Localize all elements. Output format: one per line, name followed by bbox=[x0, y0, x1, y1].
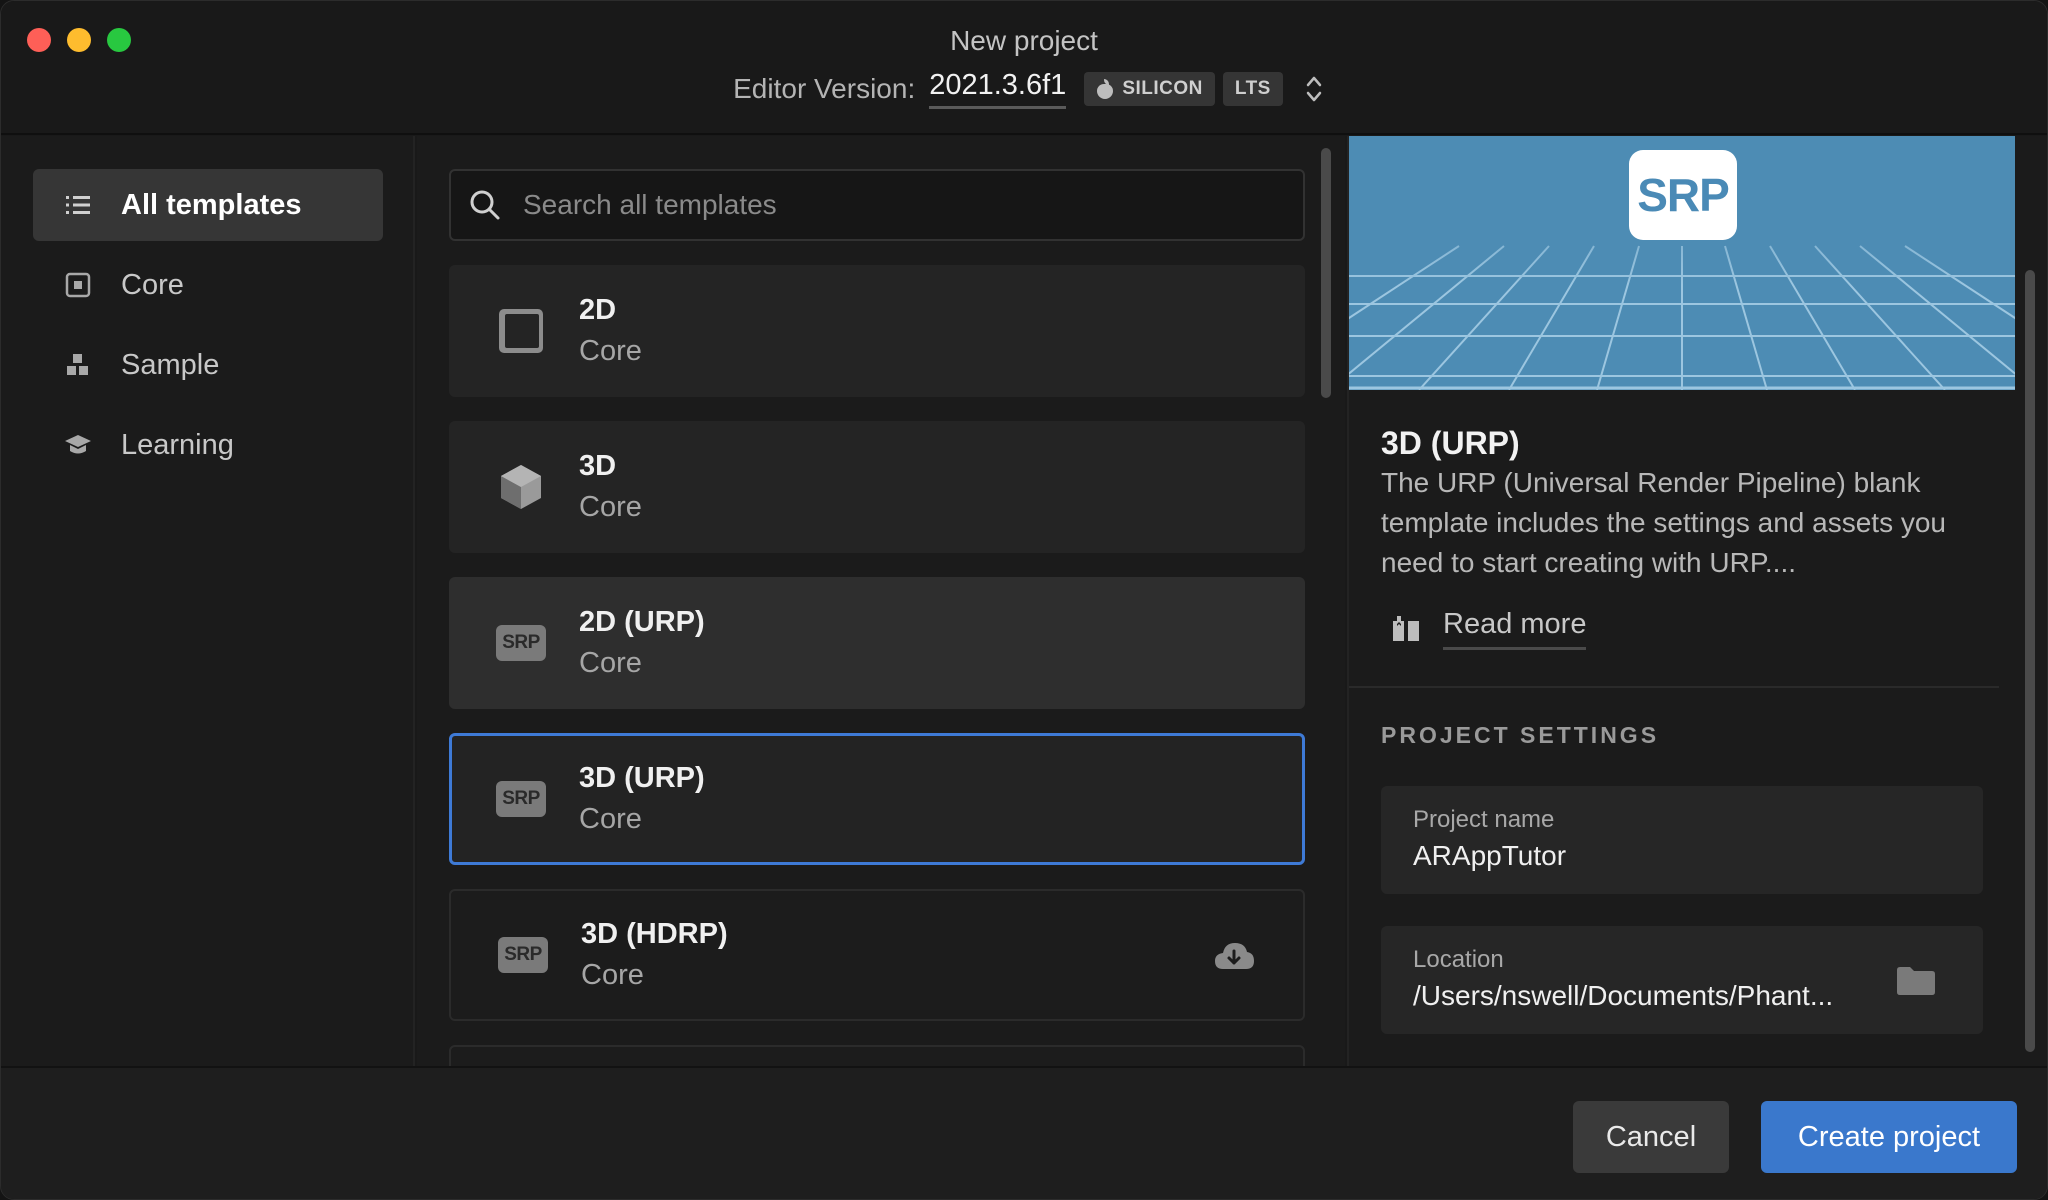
template-name: 3D (HDRP) bbox=[581, 918, 728, 950]
sidebar-item-label: Core bbox=[121, 268, 184, 301]
srp-icon: SRP bbox=[495, 927, 551, 983]
sidebar-item-label: All templates bbox=[121, 188, 302, 221]
template-name: 3D (URP) bbox=[579, 762, 705, 794]
location-field[interactable]: Location /Users/nswell/Documents/Phant..… bbox=[1381, 926, 1983, 1034]
section-divider bbox=[1349, 686, 1999, 688]
list-icon bbox=[63, 190, 93, 220]
sample-icon bbox=[63, 350, 93, 380]
template-name: 3D bbox=[579, 450, 617, 482]
silicon-badge: SILICON bbox=[1084, 72, 1215, 106]
version-selector-icon[interactable] bbox=[1303, 73, 1325, 105]
search-box[interactable] bbox=[449, 169, 1305, 241]
template-category: Core bbox=[579, 335, 642, 367]
read-more-label: Read more bbox=[1443, 608, 1587, 650]
srp-logo: SRP bbox=[1629, 150, 1737, 240]
apple-icon bbox=[1096, 79, 1114, 99]
template-name: 2D bbox=[579, 294, 617, 326]
project-settings-heading: PROJECT SETTINGS bbox=[1381, 722, 1660, 748]
lts-badge: LTS bbox=[1222, 72, 1283, 106]
template-details-panel: SRP 3D (URP) The URP (Universal Render P… bbox=[1347, 136, 2047, 1066]
template-list-panel: 2D Core 3D Core SRP 2D (URP) bbox=[417, 136, 1345, 1066]
location-input[interactable]: /Users/nswell/Documents/Phant... bbox=[1413, 980, 1833, 1012]
new-project-window: New project Editor Version: 2021.3.6f1 S… bbox=[0, 0, 2048, 1200]
template-card-partial[interactable] bbox=[449, 1045, 1305, 1066]
search-input[interactable] bbox=[523, 189, 1223, 221]
lts-badge-label: LTS bbox=[1234, 78, 1271, 99]
project-name-label: Project name bbox=[1413, 806, 1555, 833]
search-icon bbox=[470, 190, 500, 220]
sidebar-item-all-templates[interactable]: All templates bbox=[33, 169, 383, 241]
silicon-badge-label: SILICON bbox=[1122, 78, 1203, 99]
2d-square-icon bbox=[493, 303, 549, 359]
learning-icon bbox=[63, 430, 93, 460]
core-icon bbox=[63, 270, 93, 300]
detail-description: The URP (Universal Render Pipeline) blan… bbox=[1381, 467, 1947, 578]
window-title: New project bbox=[950, 25, 1098, 56]
read-more-link[interactable]: Read more bbox=[1391, 608, 1587, 650]
template-list-scrollbar[interactable] bbox=[1321, 148, 1331, 398]
template-card-3d-hdrp[interactable]: SRP 3D (HDRP) Core bbox=[449, 889, 1305, 1021]
book-icon bbox=[1393, 616, 1419, 641]
editor-version-row: Editor Version: 2021.3.6f1 SILICON LTS bbox=[1, 69, 2047, 109]
template-card-3d-urp[interactable]: SRP 3D (URP) Core bbox=[449, 733, 1305, 865]
template-category: Core bbox=[579, 647, 642, 679]
cancel-button[interactable]: Cancel bbox=[1573, 1101, 1729, 1173]
template-filter-sidebar: All templates Core Sample Learning bbox=[1, 136, 415, 1066]
detail-title: 3D (URP) bbox=[1381, 425, 1520, 461]
folder-icon[interactable] bbox=[1895, 964, 1937, 996]
location-label: Location bbox=[1413, 946, 1504, 973]
project-name-input[interactable]: ARAppTutor bbox=[1413, 840, 1566, 872]
template-card-2d[interactable]: 2D Core bbox=[449, 265, 1305, 397]
3d-cube-icon bbox=[493, 459, 549, 515]
dialog-footer: Cancel Create project bbox=[1, 1066, 2047, 1199]
sidebar-item-label: Sample bbox=[121, 348, 220, 381]
create-project-button[interactable]: Create project bbox=[1761, 1101, 2017, 1173]
template-category: Core bbox=[579, 491, 642, 523]
sidebar-item-learning[interactable]: Learning bbox=[33, 409, 383, 481]
editor-version-label: Editor Version: bbox=[733, 73, 916, 104]
title-bar: New project Editor Version: 2021.3.6f1 S… bbox=[1, 1, 2047, 135]
sidebar-item-core[interactable]: Core bbox=[33, 249, 383, 321]
sidebar-item-sample[interactable]: Sample bbox=[33, 329, 383, 401]
template-card-2d-urp[interactable]: SRP 2D (URP) Core bbox=[449, 577, 1305, 709]
srp-icon: SRP bbox=[493, 615, 549, 671]
template-category: Core bbox=[581, 959, 644, 991]
template-card-3d[interactable]: 3D Core bbox=[449, 421, 1305, 553]
srp-icon: SRP bbox=[493, 771, 549, 827]
cloud-download-icon[interactable] bbox=[1213, 939, 1255, 973]
editor-version-value[interactable]: 2021.3.6f1 bbox=[929, 69, 1067, 109]
sidebar-item-label: Learning bbox=[121, 428, 234, 461]
template-name: 2D (URP) bbox=[579, 606, 705, 638]
template-category: Core bbox=[579, 803, 642, 835]
project-name-field[interactable]: Project name ARAppTutor bbox=[1381, 786, 1983, 894]
details-scrollbar[interactable] bbox=[2025, 270, 2035, 1052]
template-preview-image: SRP bbox=[1349, 136, 2015, 390]
